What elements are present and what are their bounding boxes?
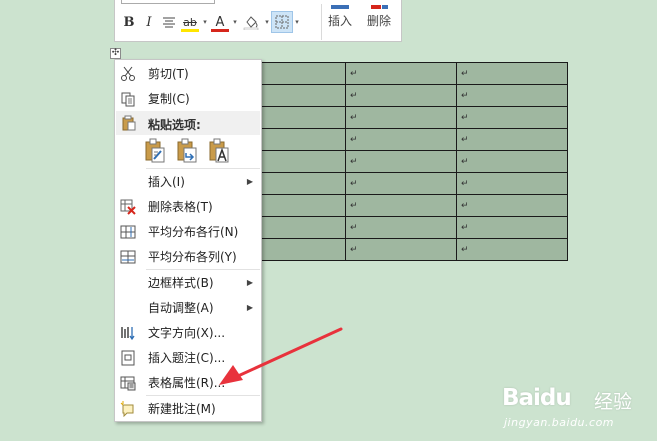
watermark-title: 经验 bbox=[594, 391, 633, 413]
annotation-arrow bbox=[219, 327, 343, 385]
baidu-watermark: Baidu 经验 jingyan.baidu.com bbox=[502, 383, 652, 438]
watermark-url: jingyan.baidu.com bbox=[504, 416, 615, 429]
watermark-logo: Baidu bbox=[502, 385, 572, 411]
